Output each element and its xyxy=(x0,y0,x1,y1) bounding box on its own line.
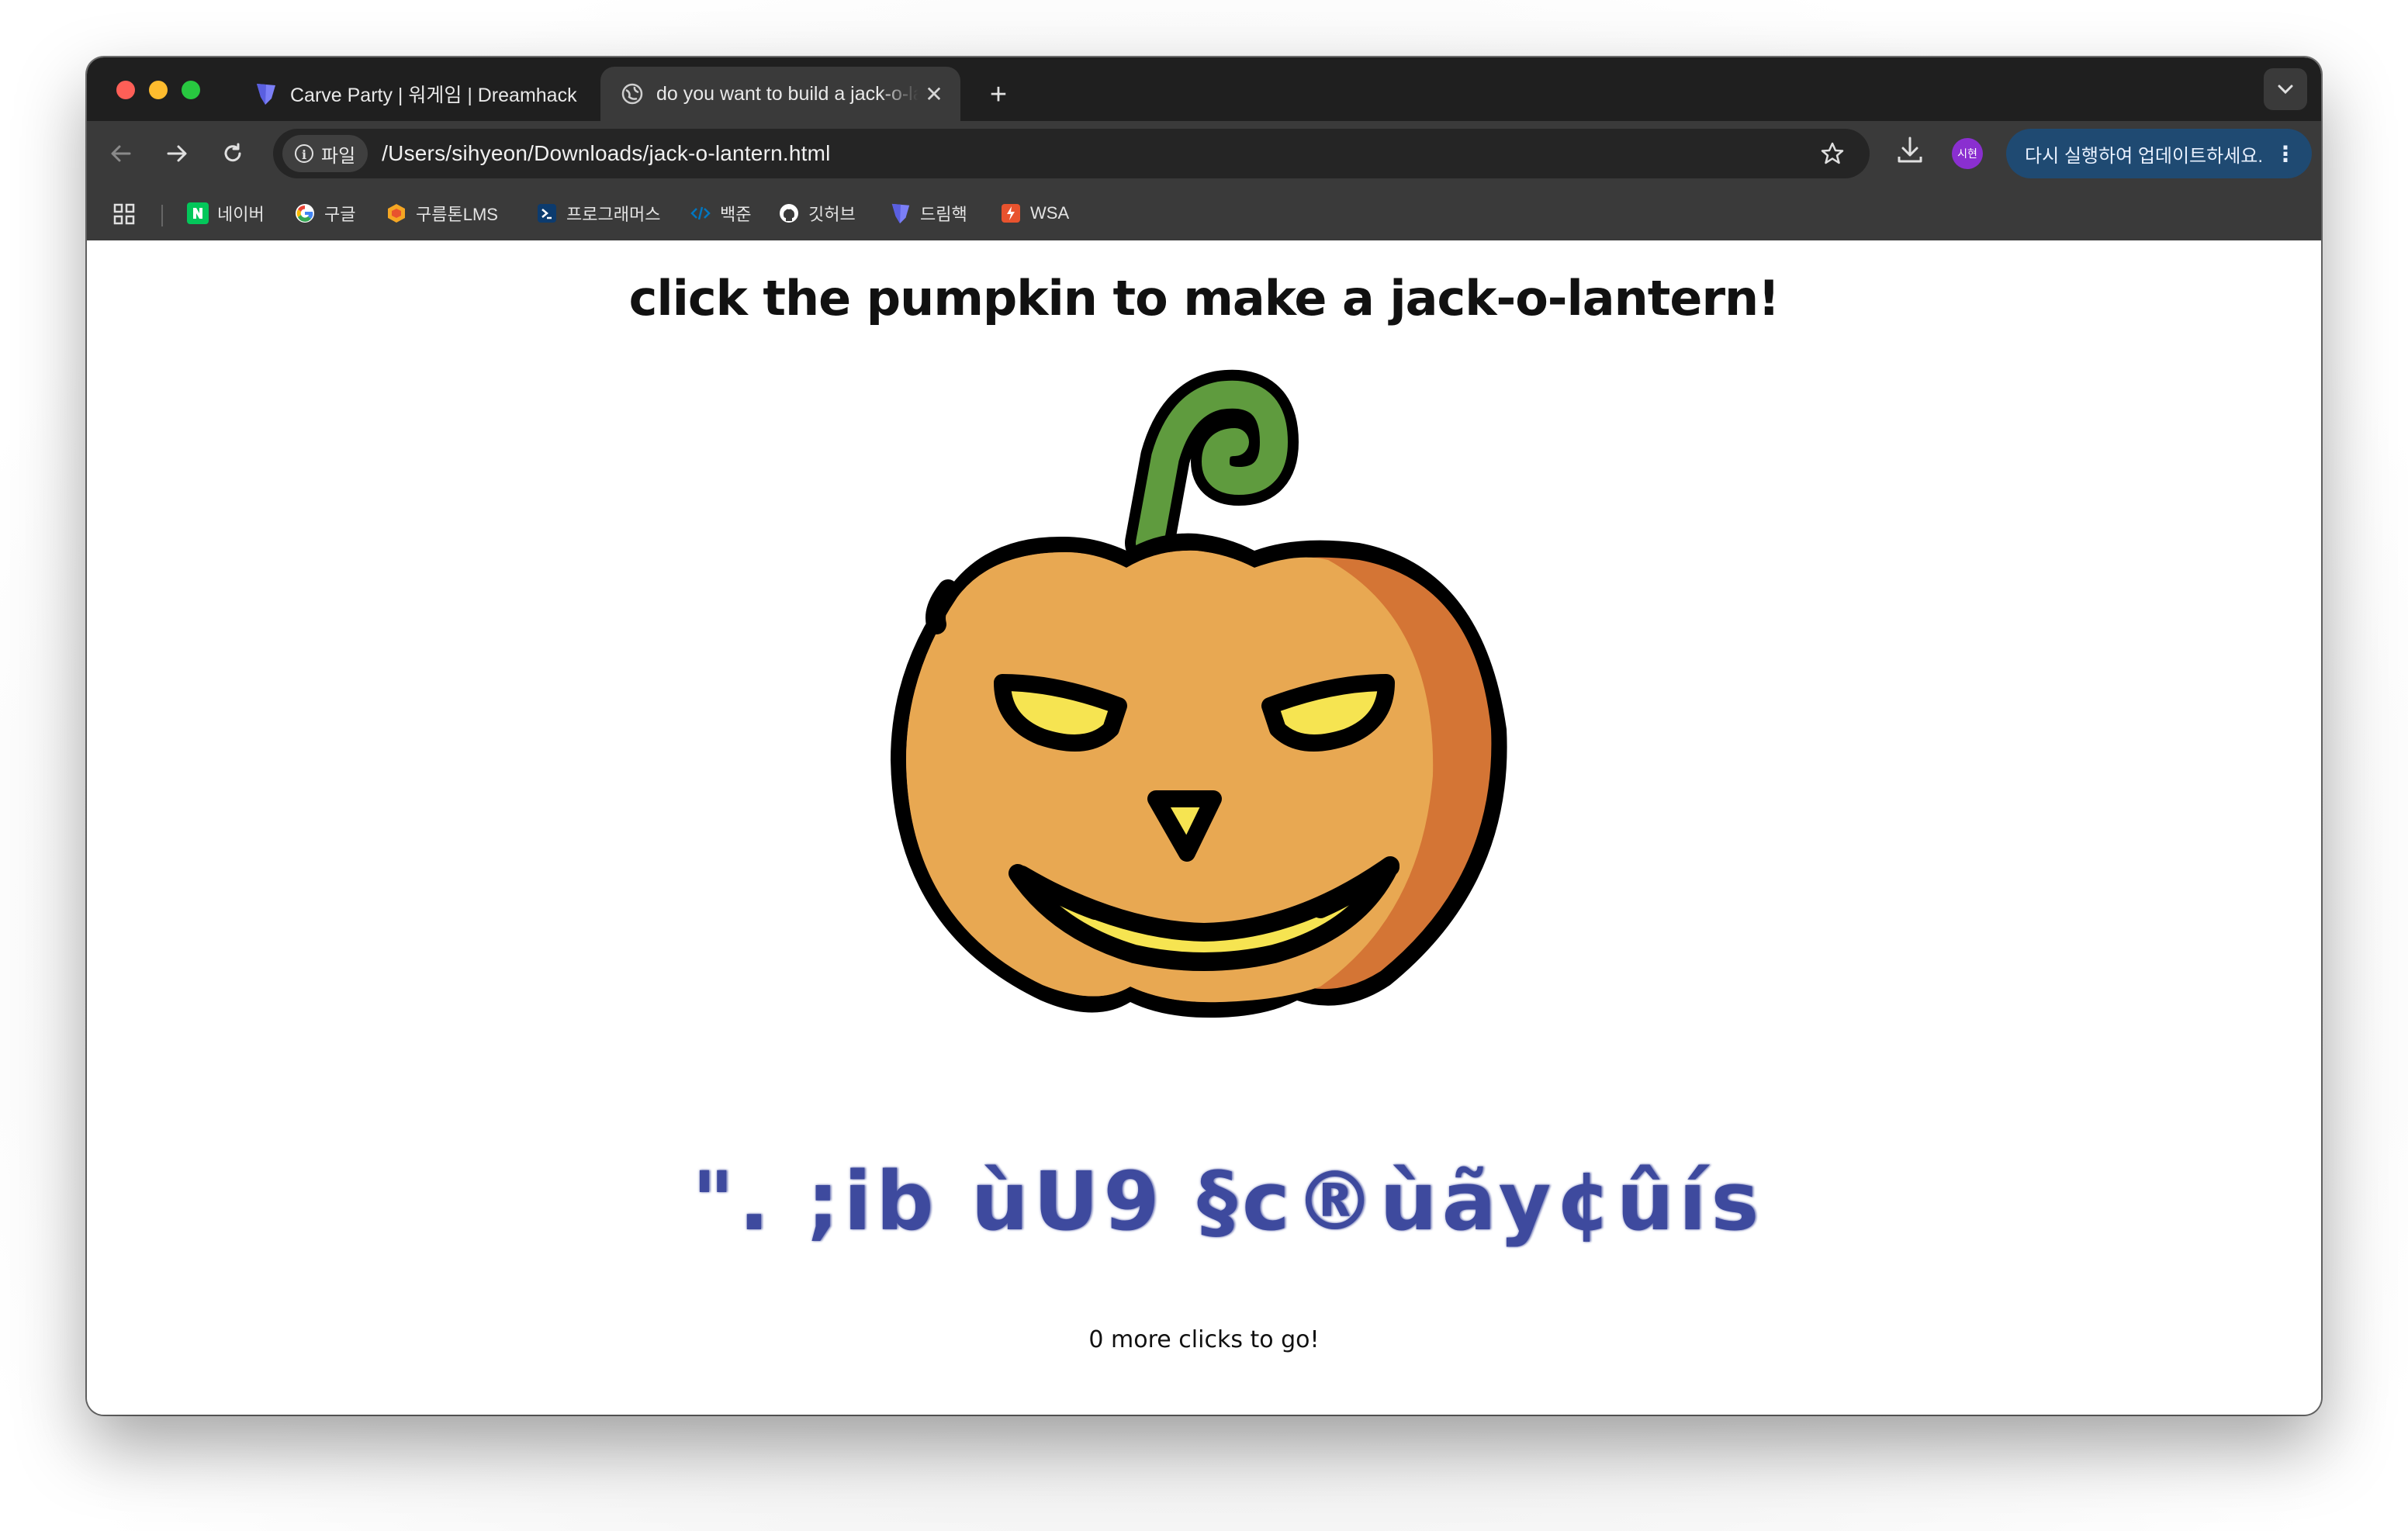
bookmark-star-icon[interactable] xyxy=(1820,141,1845,170)
wsa-icon xyxy=(999,202,1022,225)
page-content: click the pumpkin to make a jack-o-lante… xyxy=(87,240,2321,1415)
tab-jack-o-lantern[interactable]: do you want to build a jack-o-lantern? ✕ xyxy=(600,67,960,121)
google-icon xyxy=(293,202,317,225)
window-maximize-button[interactable] xyxy=(182,81,200,99)
bookmark-goorm[interactable]: 구름톤LMS xyxy=(385,199,498,228)
bookmark-programmers[interactable]: 프로그래머스 xyxy=(535,199,660,228)
bookmark-label: WSA xyxy=(1030,203,1070,223)
reload-icon xyxy=(224,143,241,162)
browser-window: Carve Party | 워게임 | Dreamhack ✕ do you w… xyxy=(87,57,2321,1415)
profile-avatar[interactable]: 시현 xyxy=(1952,138,1983,169)
forward-button[interactable] xyxy=(158,135,195,172)
globe-icon xyxy=(619,81,645,107)
tab-title: Carve Party | 워게임 | Dreamhack xyxy=(290,85,577,106)
update-label: 다시 실행하여 업데이트하세요. xyxy=(2025,145,2264,167)
reload-button[interactable] xyxy=(214,135,251,172)
update-button[interactable]: 다시 실행하여 업데이트하세요. ⋮ xyxy=(2006,129,2312,178)
address-bar[interactable]: i 파일 /Users/sihyeon/Downloads/jack-o-lan… xyxy=(273,129,1870,178)
kebab-menu-icon: ⋮ xyxy=(2275,141,2296,166)
bookmark-label: 프로그래머스 xyxy=(566,205,661,224)
info-icon: i xyxy=(295,144,313,163)
chevron-down-icon xyxy=(2278,85,2293,95)
bookmark-label: 드림핵 xyxy=(920,205,967,224)
browser-toolbar: i 파일 /Users/sihyeon/Downloads/jack-o-lan… xyxy=(87,121,2321,186)
window-close-button[interactable] xyxy=(116,81,135,99)
dreamhack-icon xyxy=(889,202,912,225)
programmers-icon xyxy=(535,202,559,225)
tab-search-button[interactable] xyxy=(2264,68,2307,110)
github-icon xyxy=(777,202,801,225)
naver-icon xyxy=(186,202,209,225)
bookmark-label: 백준 xyxy=(720,205,752,224)
site-info-label: 파일 xyxy=(321,145,356,167)
pumpkin-image[interactable] xyxy=(863,357,1561,1039)
bookmarks-bar: 네이버 구글 구름톤LMS 프로그래머스 백준 깃허브 드림핵 WSA xyxy=(87,186,2321,241)
window-minimize-button[interactable] xyxy=(149,81,168,99)
bookmark-github[interactable]: 깃허브 xyxy=(777,199,856,228)
bookmark-label: 구글 xyxy=(324,205,356,224)
bookmarks-divider xyxy=(161,205,163,226)
new-tab-button[interactable]: + xyxy=(979,71,1018,118)
bookmark-google[interactable]: 구글 xyxy=(293,199,355,228)
tab-strip: Carve Party | 워게임 | Dreamhack ✕ do you w… xyxy=(87,57,2321,121)
dreamhack-shield-icon xyxy=(253,81,279,107)
tab-title: do you want to build a jack-o-lantern? xyxy=(656,82,919,105)
arrow-left-icon xyxy=(111,145,131,162)
bookmark-label: 깃허브 xyxy=(808,205,856,224)
bookmark-naver[interactable]: 네이버 xyxy=(186,199,265,228)
bookmark-label: 구름톤LMS xyxy=(416,205,498,224)
bookmark-label: 네이버 xyxy=(217,205,265,224)
baekjoon-icon xyxy=(689,202,712,225)
pumpkin-eye-left xyxy=(994,674,1127,752)
apps-grid-icon[interactable] xyxy=(113,203,135,229)
bookmark-wsa[interactable]: WSA xyxy=(999,199,1069,228)
pumpkin-eye-right xyxy=(1261,674,1395,752)
garbled-text: ". ;ib ùU9 §c®ùãy¢ûís xyxy=(692,1154,1764,1249)
bookmark-baekjoon[interactable]: 백준 xyxy=(689,199,751,228)
bookmark-dreamhack[interactable]: 드림핵 xyxy=(889,199,967,228)
site-info-chip[interactable]: i 파일 xyxy=(282,135,368,172)
arrow-right-icon xyxy=(167,145,187,162)
click-counter: 0 more clicks to go! xyxy=(1088,1326,1320,1353)
page-heading: click the pumpkin to make a jack-o-lante… xyxy=(628,270,1780,327)
url-text[interactable]: /Users/sihyeon/Downloads/jack-o-lantern.… xyxy=(382,141,830,166)
download-icon[interactable] xyxy=(1896,135,1924,170)
goorm-icon xyxy=(385,202,408,225)
back-button[interactable] xyxy=(102,135,140,172)
tab-close-icon[interactable]: ✕ xyxy=(919,81,950,107)
